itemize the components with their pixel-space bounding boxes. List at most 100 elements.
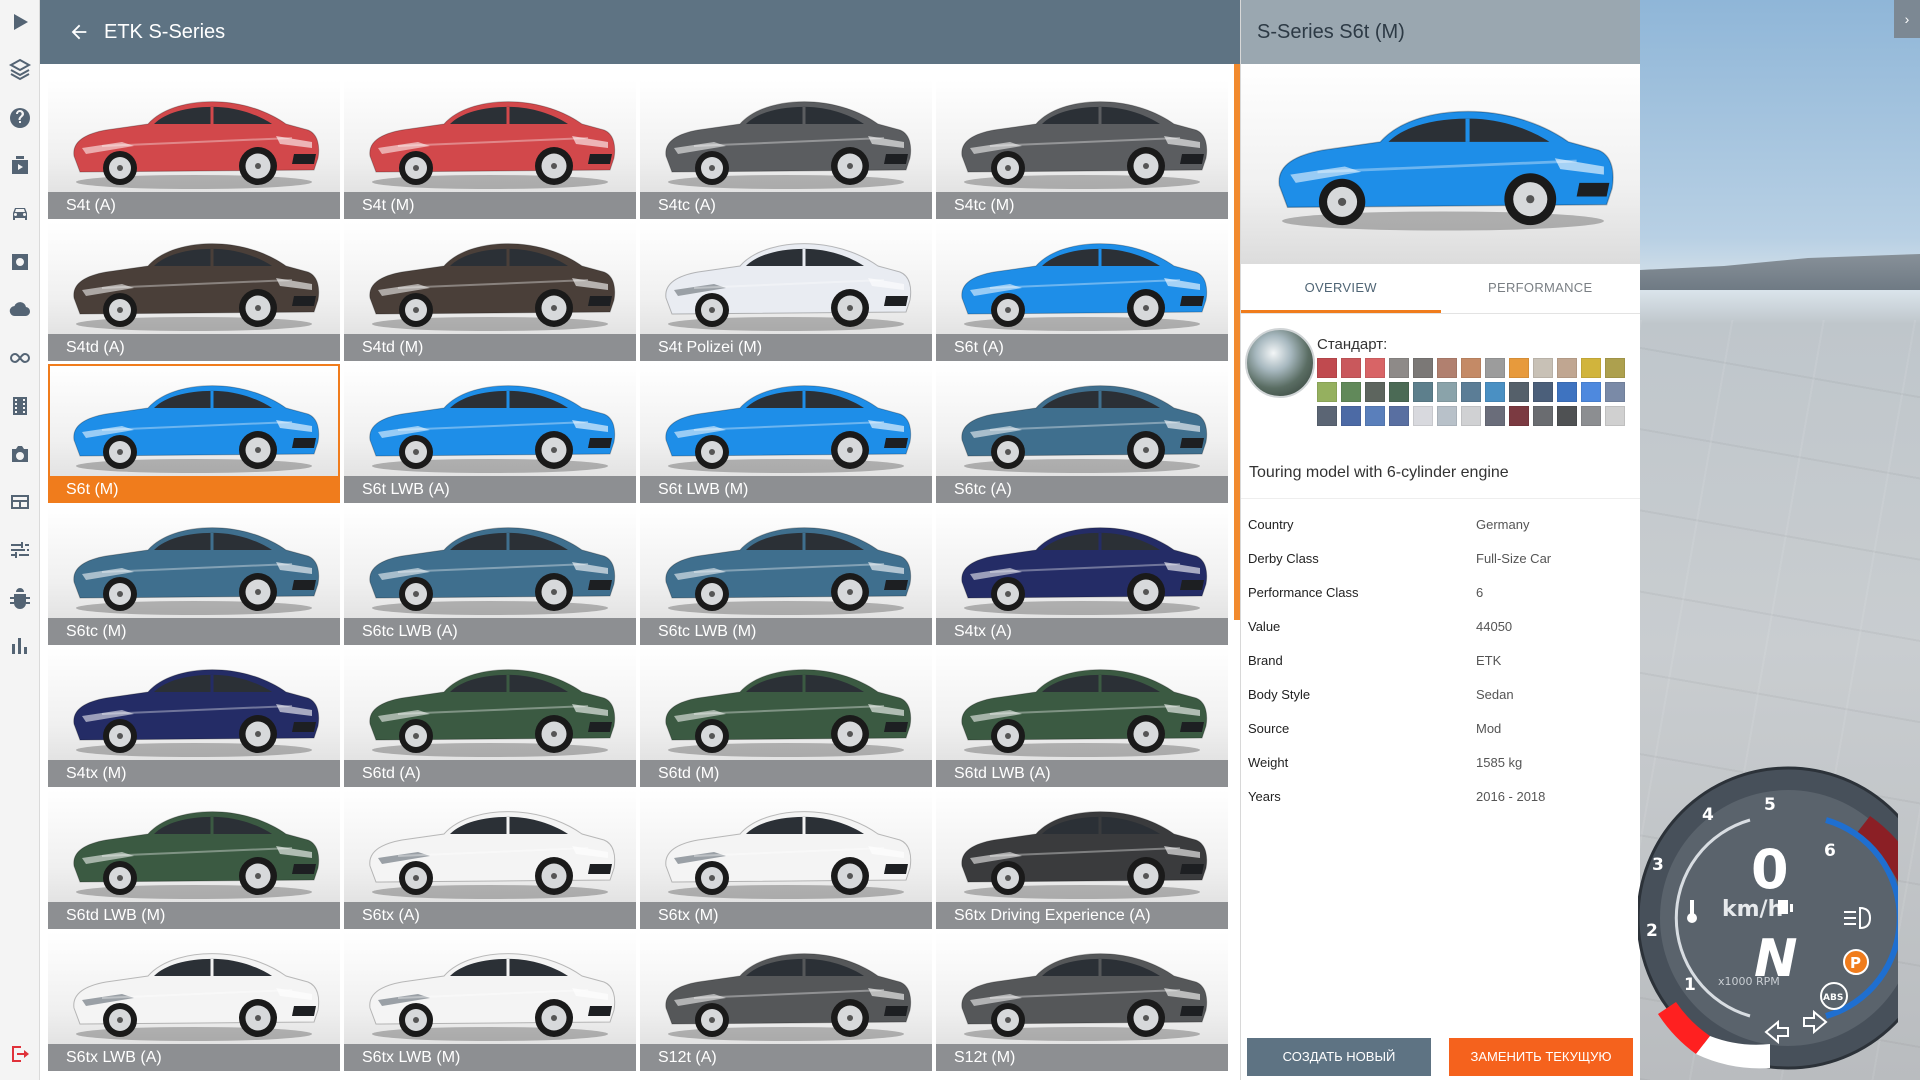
paint-swatch[interactable] <box>1557 406 1577 426</box>
arrow-left-icon[interactable] <box>68 21 90 43</box>
paint-swatch[interactable] <box>1437 358 1457 378</box>
paint-swatch[interactable] <box>1461 358 1481 378</box>
paint-swatch[interactable] <box>1413 382 1433 402</box>
vehicle-tile[interactable]: S4t Polizei (M) <box>640 222 932 361</box>
vehicle-tile[interactable]: S4tc (M) <box>936 80 1228 219</box>
paint-swatch[interactable] <box>1461 406 1481 426</box>
vehicle-tile[interactable]: S6tx LWB (M) <box>344 932 636 1071</box>
speed-unit: km/h <box>1722 897 1783 922</box>
vehicle-tile[interactable]: S4td (M) <box>344 222 636 361</box>
exit-icon[interactable] <box>6 1040 34 1068</box>
vehicle-tile[interactable]: S6td (A) <box>344 648 636 787</box>
vehicle-tile[interactable]: S6td (M) <box>640 648 932 787</box>
cloud-icon[interactable] <box>6 296 34 324</box>
media-icon[interactable] <box>6 152 34 180</box>
vehicle-tile[interactable]: S6t (M) <box>48 364 340 503</box>
paint-swatch[interactable] <box>1365 382 1385 402</box>
sliders-icon[interactable] <box>6 536 34 564</box>
car-thumbnail <box>961 527 1208 615</box>
vehicle-tile[interactable]: S6t LWB (M) <box>640 364 932 503</box>
paint-swatch[interactable] <box>1605 382 1625 402</box>
paint-swatch[interactable] <box>1533 406 1553 426</box>
paint-preview-globe[interactable] <box>1245 328 1315 398</box>
vehicle-tile[interactable]: S6t (A) <box>936 222 1228 361</box>
paint-swatch[interactable] <box>1413 358 1433 378</box>
vehicle-tile[interactable]: S4td (A) <box>48 222 340 361</box>
bug-icon[interactable] <box>6 584 34 612</box>
vehicle-tile[interactable]: S4t (M) <box>344 80 636 219</box>
vehicle-tile[interactable]: S6tx (A) <box>344 790 636 929</box>
car-icon[interactable] <box>6 200 34 228</box>
spec-key: Performance Class <box>1248 584 1359 600</box>
settings-icon[interactable] <box>6 248 34 276</box>
paint-swatch[interactable] <box>1485 358 1505 378</box>
paint-swatch[interactable] <box>1485 406 1505 426</box>
paint-swatch[interactable] <box>1365 406 1385 426</box>
vehicle-tile[interactable]: S12t (A) <box>640 932 932 1071</box>
vehicle-tile[interactable]: S6tx (M) <box>640 790 932 929</box>
vehicle-tile[interactable]: S4tc (A) <box>640 80 932 219</box>
paint-swatch[interactable] <box>1389 382 1409 402</box>
paint-swatch[interactable] <box>1341 358 1361 378</box>
chevron-right-icon[interactable]: › <box>1894 0 1920 38</box>
paint-swatch[interactable] <box>1317 406 1337 426</box>
paint-swatch[interactable] <box>1461 382 1481 402</box>
paint-swatch[interactable] <box>1389 358 1409 378</box>
car-thumbnail <box>73 385 320 473</box>
vehicle-tile[interactable]: S4tx (M) <box>48 648 340 787</box>
paint-swatch[interactable] <box>1581 358 1601 378</box>
paint-swatch[interactable] <box>1389 406 1409 426</box>
create-new-button[interactable]: СОЗДАТЬ НОВЫЙ <box>1247 1038 1431 1076</box>
paint-swatch[interactable] <box>1509 382 1529 402</box>
paint-swatch[interactable] <box>1365 358 1385 378</box>
paint-swatch[interactable] <box>1341 406 1361 426</box>
vehicle-tile[interactable]: S6tc LWB (M) <box>640 506 932 645</box>
help-icon[interactable] <box>6 104 34 132</box>
replace-current-button[interactable]: ЗАМЕНИТЬ ТЕКУЩУЮ <box>1449 1038 1633 1076</box>
tab-overview[interactable]: OVERVIEW <box>1241 264 1441 313</box>
paint-swatch[interactable] <box>1341 382 1361 402</box>
play-icon[interactable] <box>6 8 34 36</box>
paint-swatch[interactable] <box>1485 382 1505 402</box>
paint-swatch[interactable] <box>1437 382 1457 402</box>
infinity-icon[interactable] <box>6 344 34 372</box>
paint-swatch[interactable] <box>1557 358 1577 378</box>
vehicle-tile[interactable]: S6td LWB (M) <box>48 790 340 929</box>
vehicle-tile-label: S4t Polizei (M) <box>640 334 932 361</box>
vehicle-tile[interactable]: S6tx LWB (A) <box>48 932 340 1071</box>
vehicle-tile[interactable]: S12t (M) <box>936 932 1228 1071</box>
spec-row: Years 2016 - 2018 <box>1241 779 1640 813</box>
layers-icon[interactable] <box>6 55 34 83</box>
paint-swatch[interactable] <box>1605 358 1625 378</box>
paint-swatch[interactable] <box>1437 406 1457 426</box>
vehicle-tile[interactable]: S6t LWB (A) <box>344 364 636 503</box>
paint-swatch[interactable] <box>1533 382 1553 402</box>
paint-swatch[interactable] <box>1533 358 1553 378</box>
paint-swatch[interactable] <box>1509 406 1529 426</box>
paint-swatch[interactable] <box>1557 382 1577 402</box>
paint-swatch[interactable] <box>1605 406 1625 426</box>
vehicle-tile[interactable]: S4t (A) <box>48 80 340 219</box>
spec-row: Body Style Sedan <box>1241 677 1640 711</box>
vehicle-tile[interactable]: S6tc (M) <box>48 506 340 645</box>
film-icon[interactable] <box>6 392 34 420</box>
layout-icon[interactable] <box>6 488 34 516</box>
paint-swatch[interactable] <box>1317 358 1337 378</box>
paint-swatch[interactable] <box>1317 382 1337 402</box>
paint-swatch[interactable] <box>1581 406 1601 426</box>
vehicle-tile[interactable]: S6tc LWB (A) <box>344 506 636 645</box>
paint-selector: Стандарт: <box>1241 314 1640 464</box>
vehicle-tile[interactable]: S6tc (A) <box>936 364 1228 503</box>
spec-value: 2016 - 2018 <box>1476 788 1546 804</box>
paint-swatch[interactable] <box>1413 406 1433 426</box>
tab-performance[interactable]: PERFORMANCE <box>1441 264 1641 313</box>
spec-key: Years <box>1248 788 1281 804</box>
vehicle-tile[interactable]: S4tx (A) <box>936 506 1228 645</box>
vehicle-tile[interactable]: S6tx Driving Experience (A) <box>936 790 1228 929</box>
camera-icon[interactable] <box>6 440 34 468</box>
paint-swatch[interactable] <box>1509 358 1529 378</box>
car-thumbnail <box>369 811 616 899</box>
paint-swatch[interactable] <box>1581 382 1601 402</box>
chart-icon[interactable] <box>6 632 34 660</box>
vehicle-tile[interactable]: S6td LWB (A) <box>936 648 1228 787</box>
